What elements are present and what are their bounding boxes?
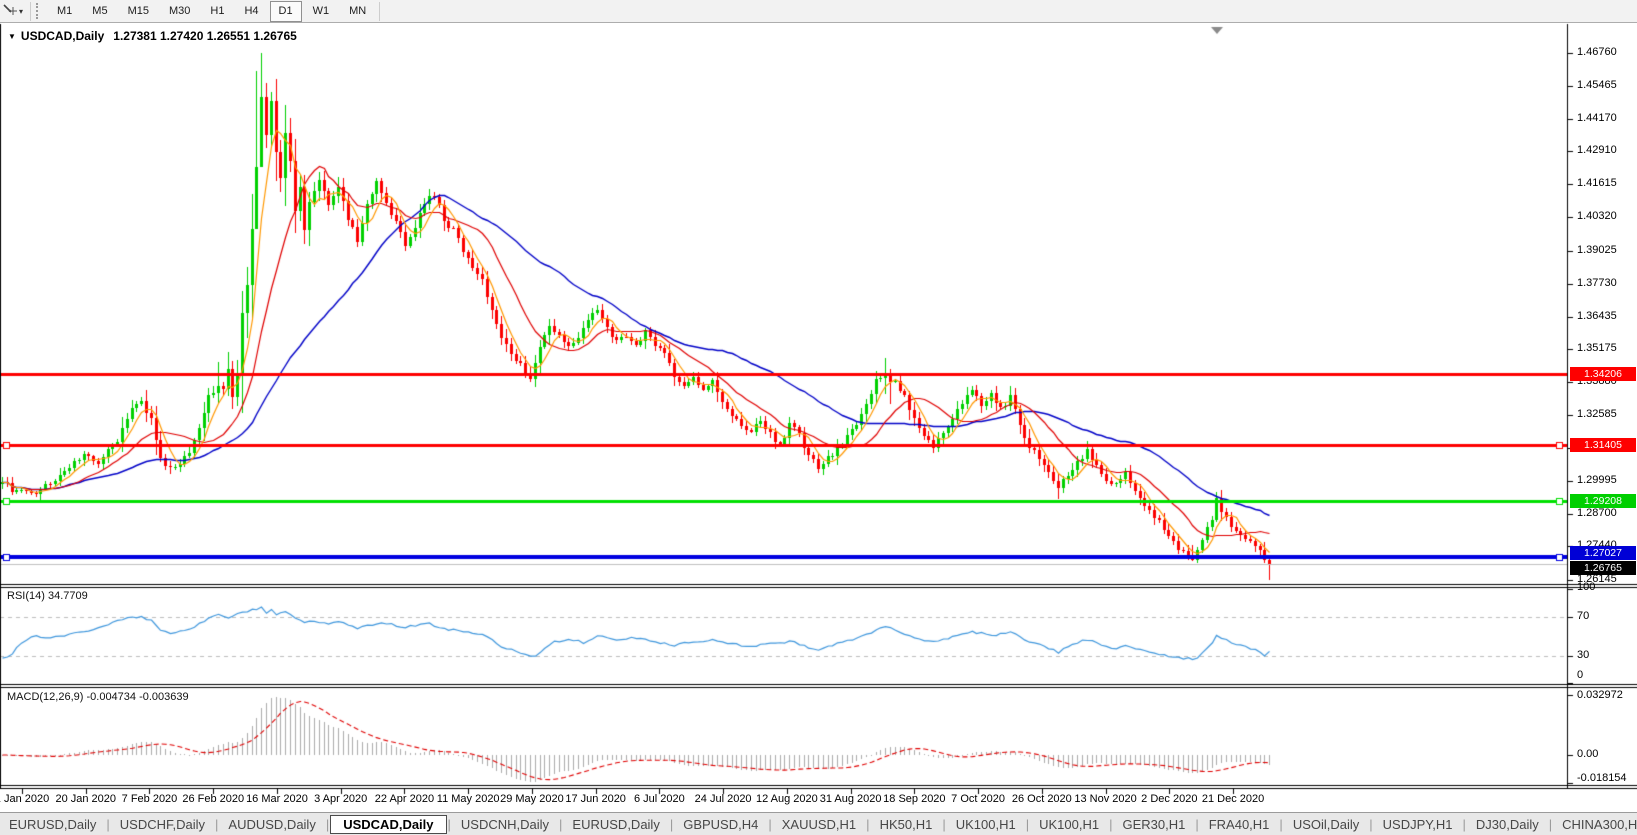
toolbar-separator — [30, 2, 31, 21]
tab-hk50-h1[interactable]: HK50,H1 — [871, 816, 942, 833]
price-tick-label: 1.29995 — [1577, 474, 1617, 486]
chart-canvas[interactable] — [0, 0, 1637, 835]
tab-china300-h1[interactable]: CHINA300,H1 — [1553, 816, 1637, 833]
macd-scale-label: 0.00 — [1577, 748, 1598, 760]
collapse-arrow-icon[interactable]: ▼ — [8, 32, 16, 41]
tab-uk100-h1[interactable]: UK100,H1 — [1030, 816, 1108, 833]
toolbar: ▾ M1M5M15M30H1H4D1W1MN — [0, 0, 1637, 23]
macd-values: -0.004734 -0.003639 — [86, 691, 188, 703]
tab-usdjpy-h1[interactable]: USDJPY,H1 — [1374, 816, 1462, 833]
mt4-window: ▾ M1M5M15M30H1H4D1W1MN ▼ USDCAD,Daily 1.27… — [0, 0, 1637, 835]
tab-fra40-h1[interactable]: FRA40,H1 — [1200, 816, 1279, 833]
rsi-value: 34.7709 — [48, 590, 88, 602]
date-tick-label: 21 Dec 2020 — [1193, 793, 1273, 805]
crosshair-tool-icon[interactable] — [2, 3, 18, 19]
tab-dj30-daily[interactable]: DJ30,Daily — [1467, 816, 1548, 833]
rsi-label: RSI(14) 34.7709 — [7, 590, 88, 602]
price-tick-label: 1.35175 — [1577, 342, 1617, 354]
price-tick-label: 1.28700 — [1577, 507, 1617, 519]
price-tick-label: 1.37730 — [1577, 277, 1617, 289]
tab-eurusd-daily[interactable]: EURUSD,Daily — [0, 816, 105, 833]
price-axis[interactable]: 1.46760 1.45465 1.44170 1.42910 1.41615 1.403… — [1568, 24, 1637, 788]
rsi-scale-label: 100 — [1577, 581, 1595, 593]
tab-usdcnh-daily[interactable]: USDCNH,Daily — [452, 816, 558, 833]
price-tick-label: 1.42910 — [1577, 144, 1617, 156]
price-tick-label: 1.40320 — [1577, 210, 1617, 222]
chart-title: ▼ USDCAD,Daily 1.27381 1.27420 1.26551 1.2… — [8, 29, 297, 43]
symbol-period-label: USDCAD,Daily — [21, 29, 104, 43]
timeframe-button-h4[interactable]: H4 — [235, 1, 267, 22]
price-tick-label: 1.41615 — [1577, 177, 1617, 189]
macd-label: MACD(12,26,9) -0.004734 -0.003639 — [7, 691, 189, 703]
timeframe-button-m5[interactable]: M5 — [83, 1, 116, 22]
tab-usoil-daily[interactable]: USOil,Daily — [1284, 816, 1368, 833]
date-axis[interactable]: 1 Jan 202020 Jan 20207 Feb 202026 Feb 20… — [0, 788, 1568, 812]
price-badge: 1.27027 — [1570, 546, 1636, 560]
price-badge: 1.26765 — [1570, 561, 1636, 575]
tab-uk100-h1[interactable]: UK100,H1 — [947, 816, 1025, 833]
timeframe-button-w1[interactable]: W1 — [304, 1, 339, 22]
price-badge: 1.31405 — [1570, 438, 1636, 452]
timeframe-button-m1[interactable]: M1 — [48, 1, 81, 22]
timeframe-button-mn[interactable]: MN — [340, 1, 375, 22]
price-badge: 1.34206 — [1570, 367, 1636, 381]
toolbar-grip — [36, 3, 42, 19]
tab-audusd-daily[interactable]: AUDUSD,Daily — [219, 816, 324, 833]
tab-eurusd-daily[interactable]: EURUSD,Daily — [563, 816, 668, 833]
chevron-down-icon[interactable]: ▾ — [19, 7, 23, 16]
tab-gbpusd-h4[interactable]: GBPUSD,H4 — [674, 816, 767, 833]
rsi-scale-label: 70 — [1577, 610, 1589, 622]
tab-usdchf-daily[interactable]: USDCHF,Daily — [111, 816, 214, 833]
price-tick-label: 1.39025 — [1577, 244, 1617, 256]
timeframe-button-m15[interactable]: M15 — [119, 1, 158, 22]
timeframe-button-m30[interactable]: M30 — [160, 1, 199, 22]
toolbar-separator — [379, 2, 380, 21]
rsi-scale-label: 0 — [1577, 669, 1583, 681]
tab-bar: EURUSD,Daily|USDCHF,Daily|AUDUSD,Daily|U… — [0, 812, 1637, 835]
macd-scale-label: 0.032972 — [1577, 689, 1623, 701]
price-tick-label: 1.44170 — [1577, 112, 1617, 124]
price-badge: 1.29208 — [1570, 494, 1636, 508]
price-tick-label: 1.45465 — [1577, 79, 1617, 91]
macd-scale-label: -0.018154 — [1577, 772, 1627, 784]
rsi-scale-label: 30 — [1577, 649, 1589, 661]
ohlc-values: 1.27381 1.27420 1.26551 1.26765 — [113, 29, 297, 43]
tab-xauusd-h1[interactable]: XAUUSD,H1 — [773, 816, 865, 833]
timeframe-button-d1[interactable]: D1 — [270, 1, 302, 22]
price-tick-label: 1.36435 — [1577, 310, 1617, 322]
tab-usdcad-daily[interactable]: USDCAD,Daily — [330, 815, 446, 834]
timeframe-buttons: M1M5M15M30H1H4D1W1MN — [47, 1, 376, 22]
price-tick-label: 1.32585 — [1577, 408, 1617, 420]
tab-ger30-h1[interactable]: GER30,H1 — [1113, 816, 1194, 833]
timeframe-button-h1[interactable]: H1 — [201, 1, 233, 22]
price-tick-label: 1.46760 — [1577, 46, 1617, 58]
